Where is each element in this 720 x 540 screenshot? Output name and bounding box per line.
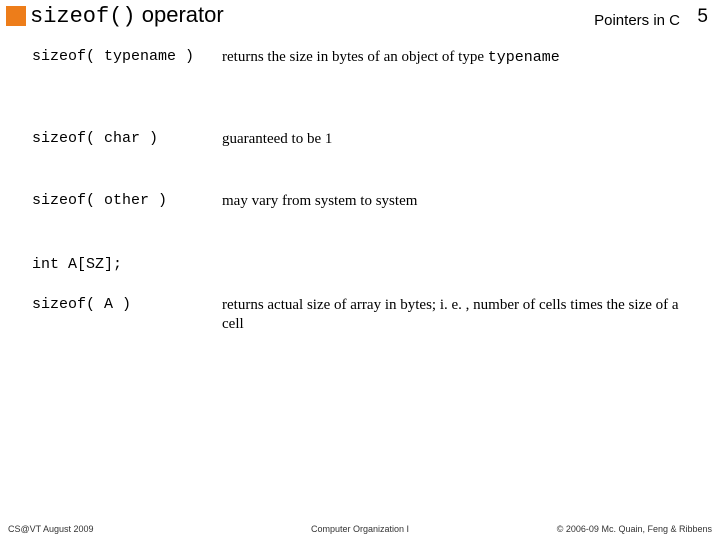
title-code: sizeof() <box>30 4 136 29</box>
desc-rhs: returns actual size of array in bytes; i… <box>222 296 700 334</box>
row-sizeof-char: sizeof( char ) guaranteed to be 1 <box>32 130 700 150</box>
desc-rhs: returns the size in bytes of an object o… <box>222 48 700 68</box>
row-sizeof-other: sizeof( other ) may vary from system to … <box>32 192 700 212</box>
topic-label: Pointers in C <box>594 12 680 29</box>
desc-rhs: may vary from system to system <box>222 192 700 212</box>
row-sizeof-typename: sizeof( typename ) returns the size in b… <box>32 48 700 68</box>
footer-right: © 2006-09 Mc. Quain, Feng & Ribbens <box>557 524 712 534</box>
desc-rhs: guaranteed to be 1 <box>222 130 700 150</box>
code-lhs: sizeof( other ) <box>32 192 222 209</box>
array-declaration: int A[SZ]; <box>32 256 122 273</box>
title-bullet <box>6 6 26 26</box>
row-sizeof-array: sizeof( A ) returns actual size of array… <box>32 296 700 334</box>
slide: sizeof() operator Pointers in C 5 sizeof… <box>0 0 720 540</box>
footer: CS@VT August 2009 Computer Organization … <box>8 518 712 534</box>
code-lhs: sizeof( char ) <box>32 130 222 147</box>
rhs-text: returns the size in bytes of an object o… <box>222 49 488 65</box>
code-lhs: sizeof( typename ) <box>32 48 222 65</box>
rhs-code: typename <box>488 49 560 66</box>
slide-title: sizeof() operator <box>30 2 530 32</box>
rhs-text: may vary from system to system <box>222 193 417 209</box>
rhs-text: guaranteed to be 1 <box>222 131 332 147</box>
page-number: 5 <box>697 6 708 28</box>
code-lhs: sizeof( A ) <box>32 296 222 313</box>
title-rest: operator <box>136 2 224 27</box>
